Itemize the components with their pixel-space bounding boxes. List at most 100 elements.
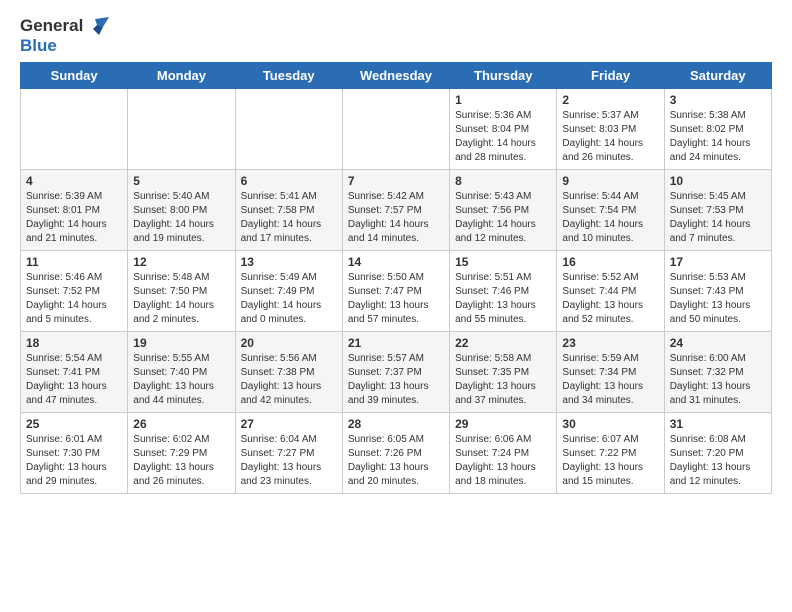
calendar-header-sunday: Sunday — [21, 63, 128, 89]
day-number: 19 — [133, 336, 229, 350]
calendar-cell: 26 Sunrise: 6:02 AM Sunset: 7:29 PM Dayli… — [128, 413, 235, 494]
calendar-cell: 12 Sunrise: 5:48 AM Sunset: 7:50 PM Dayli… — [128, 251, 235, 332]
day-number: 4 — [26, 174, 122, 188]
calendar-cell: 19 Sunrise: 5:55 AM Sunset: 7:40 PM Dayli… — [128, 332, 235, 413]
day-info: Sunrise: 6:06 AM Sunset: 7:24 PM Dayligh… — [455, 434, 536, 487]
calendar-week-row: 1 Sunrise: 5:36 AM Sunset: 8:04 PM Daylig… — [21, 89, 772, 170]
day-info: Sunrise: 5:58 AM Sunset: 7:35 PM Dayligh… — [455, 353, 536, 406]
day-number: 8 — [455, 174, 551, 188]
day-info: Sunrise: 6:04 AM Sunset: 7:27 PM Dayligh… — [241, 434, 322, 487]
day-info: Sunrise: 5:53 AM Sunset: 7:43 PM Dayligh… — [670, 272, 751, 325]
day-number: 30 — [562, 417, 658, 431]
day-number: 2 — [562, 93, 658, 107]
day-info: Sunrise: 6:00 AM Sunset: 7:32 PM Dayligh… — [670, 353, 751, 406]
calendar-body: 1 Sunrise: 5:36 AM Sunset: 8:04 PM Daylig… — [21, 89, 772, 494]
day-number: 31 — [670, 417, 766, 431]
day-info: Sunrise: 5:41 AM Sunset: 7:58 PM Dayligh… — [241, 191, 322, 244]
day-info: Sunrise: 5:55 AM Sunset: 7:40 PM Dayligh… — [133, 353, 214, 406]
calendar-cell: 6 Sunrise: 5:41 AM Sunset: 7:58 PM Daylig… — [235, 170, 342, 251]
day-info: Sunrise: 6:02 AM Sunset: 7:29 PM Dayligh… — [133, 434, 214, 487]
day-info: Sunrise: 5:59 AM Sunset: 7:34 PM Dayligh… — [562, 353, 643, 406]
day-number: 1 — [455, 93, 551, 107]
calendar-cell: 7Sunrise: 5:42 AM Sunset: 7:57 PM Daylig… — [342, 170, 449, 251]
calendar-header-wednesday: Wednesday — [342, 63, 449, 89]
calendar-cell: 9Sunrise: 5:44 AM Sunset: 7:54 PM Daylig… — [557, 170, 664, 251]
calendar-cell — [128, 89, 235, 170]
calendar-cell: 4 Sunrise: 5:39 AM Sunset: 8:01 PM Daylig… — [21, 170, 128, 251]
day-number: 25 — [26, 417, 122, 431]
calendar-cell: 15 Sunrise: 5:51 AM Sunset: 7:46 PM Dayli… — [450, 251, 557, 332]
calendar-header-saturday: Saturday — [664, 63, 771, 89]
calendar-cell: 29 Sunrise: 6:06 AM Sunset: 7:24 PM Dayli… — [450, 413, 557, 494]
day-info: Sunrise: 5:46 AM Sunset: 7:52 PM Dayligh… — [26, 272, 107, 325]
calendar-cell — [21, 89, 128, 170]
day-info: Sunrise: 5:40 AM Sunset: 8:00 PM Dayligh… — [133, 191, 214, 244]
calendar-cell: 20 Sunrise: 5:56 AM Sunset: 7:38 PM Dayli… — [235, 332, 342, 413]
day-number: 23 — [562, 336, 658, 350]
day-info: Sunrise: 5:50 AM Sunset: 7:47 PM Dayligh… — [348, 272, 429, 325]
calendar-week-row: 18Sunrise: 5:54 AM Sunset: 7:41 PM Dayli… — [21, 332, 772, 413]
day-info: Sunrise: 5:43 AM Sunset: 7:56 PM Dayligh… — [455, 191, 536, 244]
day-info: Sunrise: 6:01 AM Sunset: 7:30 PM Dayligh… — [26, 434, 107, 487]
day-info: Sunrise: 5:36 AM Sunset: 8:04 PM Dayligh… — [455, 110, 536, 163]
day-number: 16 — [562, 255, 658, 269]
day-number: 6 — [241, 174, 337, 188]
calendar-cell: 28Sunrise: 6:05 AM Sunset: 7:26 PM Dayli… — [342, 413, 449, 494]
day-number: 12 — [133, 255, 229, 269]
calendar-cell — [235, 89, 342, 170]
calendar-week-row: 4 Sunrise: 5:39 AM Sunset: 8:01 PM Daylig… — [21, 170, 772, 251]
logo-general: General — [20, 16, 83, 36]
day-number: 29 — [455, 417, 551, 431]
day-info: Sunrise: 5:52 AM Sunset: 7:44 PM Dayligh… — [562, 272, 643, 325]
calendar-cell: 21 Sunrise: 5:57 AM Sunset: 7:37 PM Dayli… — [342, 332, 449, 413]
calendar-cell: 13 Sunrise: 5:49 AM Sunset: 7:49 PM Dayli… — [235, 251, 342, 332]
day-info: Sunrise: 6:08 AM Sunset: 7:20 PM Dayligh… — [670, 434, 751, 487]
calendar-header-thursday: Thursday — [450, 63, 557, 89]
day-info: Sunrise: 5:57 AM Sunset: 7:37 PM Dayligh… — [348, 353, 429, 406]
calendar-cell: 1 Sunrise: 5:36 AM Sunset: 8:04 PM Daylig… — [450, 89, 557, 170]
calendar-cell: 25 Sunrise: 6:01 AM Sunset: 7:30 PM Dayli… — [21, 413, 128, 494]
calendar-cell: 27Sunrise: 6:04 AM Sunset: 7:27 PM Dayli… — [235, 413, 342, 494]
calendar-cell: 24 Sunrise: 6:00 AM Sunset: 7:32 PM Dayli… — [664, 332, 771, 413]
calendar-cell: 8 Sunrise: 5:43 AM Sunset: 7:56 PM Daylig… — [450, 170, 557, 251]
calendar-header-tuesday: Tuesday — [235, 63, 342, 89]
calendar-week-row: 11Sunrise: 5:46 AM Sunset: 7:52 PM Dayli… — [21, 251, 772, 332]
calendar-cell — [342, 89, 449, 170]
day-number: 17 — [670, 255, 766, 269]
calendar-cell: 18Sunrise: 5:54 AM Sunset: 7:41 PM Dayli… — [21, 332, 128, 413]
day-number: 13 — [241, 255, 337, 269]
day-number: 20 — [241, 336, 337, 350]
day-number: 24 — [670, 336, 766, 350]
day-info: Sunrise: 5:51 AM Sunset: 7:46 PM Dayligh… — [455, 272, 536, 325]
day-number: 14 — [348, 255, 444, 269]
day-info: Sunrise: 5:38 AM Sunset: 8:02 PM Dayligh… — [670, 110, 751, 163]
logo-blue: Blue — [20, 36, 57, 55]
day-info: Sunrise: 5:44 AM Sunset: 7:54 PM Dayligh… — [562, 191, 643, 244]
logo: General Blue — [20, 16, 109, 56]
day-info: Sunrise: 5:45 AM Sunset: 7:53 PM Dayligh… — [670, 191, 751, 244]
calendar-cell: 23 Sunrise: 5:59 AM Sunset: 7:34 PM Dayli… — [557, 332, 664, 413]
calendar-cell: 22 Sunrise: 5:58 AM Sunset: 7:35 PM Dayli… — [450, 332, 557, 413]
calendar-week-row: 25 Sunrise: 6:01 AM Sunset: 7:30 PM Dayli… — [21, 413, 772, 494]
day-info: Sunrise: 5:37 AM Sunset: 8:03 PM Dayligh… — [562, 110, 643, 163]
calendar-cell: 10Sunrise: 5:45 AM Sunset: 7:53 PM Dayli… — [664, 170, 771, 251]
day-number: 21 — [348, 336, 444, 350]
day-info: Sunrise: 5:56 AM Sunset: 7:38 PM Dayligh… — [241, 353, 322, 406]
day-number: 15 — [455, 255, 551, 269]
calendar-cell: 16 Sunrise: 5:52 AM Sunset: 7:44 PM Dayli… — [557, 251, 664, 332]
calendar-header-row: SundayMondayTuesdayWednesdayThursdayFrid… — [21, 63, 772, 89]
calendar-cell: 3Sunrise: 5:38 AM Sunset: 8:02 PM Daylig… — [664, 89, 771, 170]
day-info: Sunrise: 5:48 AM Sunset: 7:50 PM Dayligh… — [133, 272, 214, 325]
calendar-header-friday: Friday — [557, 63, 664, 89]
calendar-cell: 2 Sunrise: 5:37 AM Sunset: 8:03 PM Daylig… — [557, 89, 664, 170]
day-info: Sunrise: 5:54 AM Sunset: 7:41 PM Dayligh… — [26, 353, 107, 406]
day-info: Sunrise: 5:49 AM Sunset: 7:49 PM Dayligh… — [241, 272, 322, 325]
day-info: Sunrise: 5:39 AM Sunset: 8:01 PM Dayligh… — [26, 191, 107, 244]
calendar-cell: 31 Sunrise: 6:08 AM Sunset: 7:20 PM Dayli… — [664, 413, 771, 494]
logo-bird-icon — [87, 17, 109, 35]
day-number: 26 — [133, 417, 229, 431]
calendar-cell: 5Sunrise: 5:40 AM Sunset: 8:00 PM Daylig… — [128, 170, 235, 251]
day-number: 22 — [455, 336, 551, 350]
day-number: 7 — [348, 174, 444, 188]
calendar-cell: 11Sunrise: 5:46 AM Sunset: 7:52 PM Dayli… — [21, 251, 128, 332]
